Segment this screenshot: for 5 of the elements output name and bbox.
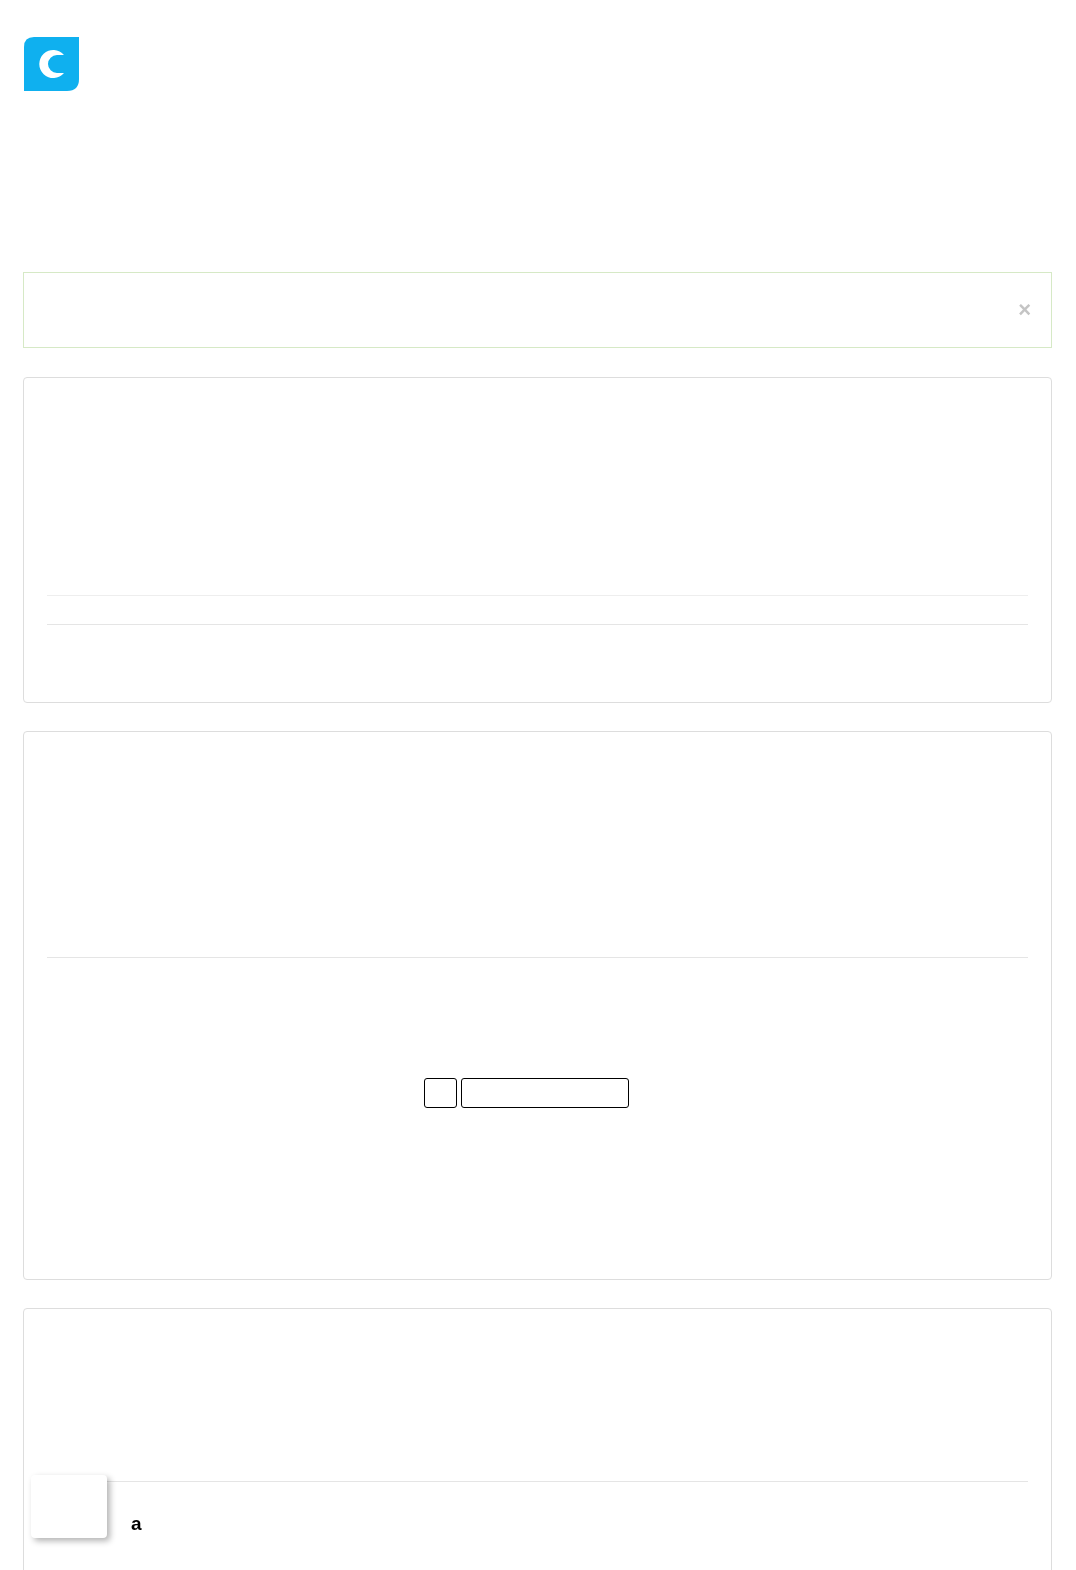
label-text: a xyxy=(131,1513,142,1534)
input-field[interactable] xyxy=(424,1078,457,1108)
close-button[interactable]: × xyxy=(1018,299,1031,321)
logo-icon xyxy=(24,37,79,91)
input-field[interactable] xyxy=(461,1078,629,1108)
